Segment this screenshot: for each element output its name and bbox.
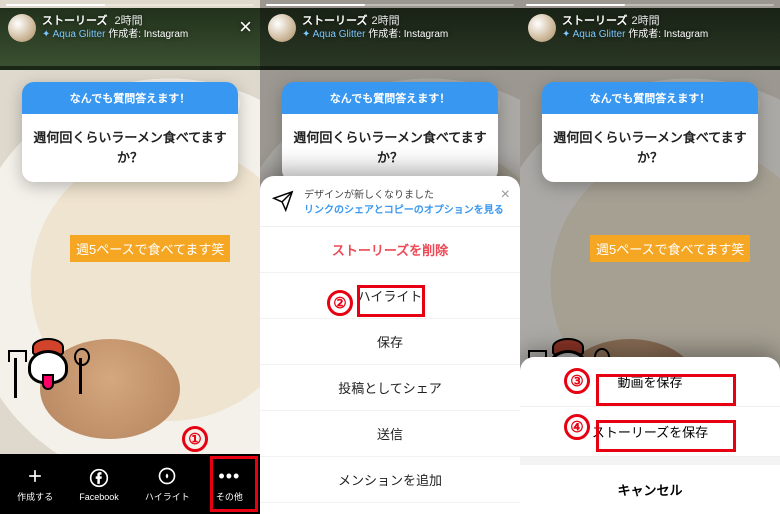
effect-icon: ✦ [302,29,313,40]
highlight-label: ハイライト [145,490,190,503]
action-sheet: デザインが新しくなりました リンクのシェアとコピーのオプションを見る × ストー… [260,176,520,514]
facebook-button[interactable]: Facebook [79,467,119,502]
story-time: 2時間 [371,15,399,27]
question-text: 週何回くらいラーメン食べてますか？ [22,114,238,182]
author-name[interactable]: Instagram [144,29,188,40]
question-prompt: なんでも質問答えます！ [282,82,498,114]
phone-1: ストーリーズ 2時間 ✦ Aqua Glitter 作成者: Instagram… [0,0,260,514]
author-label: 作成者: [628,29,661,40]
save-action-sheet: 動画を保存 ストーリーズを保存 キャンセル [520,357,780,514]
question-text: 週何回くらいラーメン食べてますか？ [542,114,758,182]
story-title: ストーリーズ [302,15,367,27]
story-header: ストーリーズ 2時間 ✦ Aqua Glitter 作成者: Instagram [260,4,520,48]
tutorial-triptych: ストーリーズ 2時間 ✦ Aqua Glitter 作成者: Instagram… [0,0,780,514]
answer-text: 週5ペースで食べてます笑 [70,235,230,262]
facebook-label: Facebook [79,492,119,502]
story-time: 2時間 [115,15,143,27]
callout-4: ④ [564,414,590,440]
dog-sticker [14,336,84,406]
avatar[interactable] [528,14,556,42]
sheet-send[interactable]: 送信 [260,411,520,457]
callout-3: ③ [564,368,590,394]
callout-1: ① [182,426,208,452]
tip-close-icon[interactable]: × [501,186,510,204]
effect-name[interactable]: Aqua Glitter [573,29,626,40]
story-header: ストーリーズ 2時間 ✦ Aqua Glitter 作成者: Instagram… [0,4,260,48]
sheet-tip: デザインが新しくなりました リンクのシェアとコピーのオプションを見る × [260,176,520,227]
author-name[interactable]: Instagram [664,29,708,40]
save-video-option[interactable]: 動画を保存 [520,357,780,407]
tip-title: デザインが新しくなりました [304,186,504,201]
more-icon: ••• [218,465,240,487]
sheet-save[interactable]: 保存 [260,319,520,365]
facebook-icon [88,467,110,489]
author-label: 作成者: [108,29,141,40]
story-footer: 作成する Facebook ハイライト ••• その他 [0,454,260,514]
send-icon [272,190,294,212]
sheet-highlight[interactable]: ハイライト [260,273,520,319]
avatar[interactable] [268,14,296,42]
story-title: ストーリーズ [42,15,107,27]
effect-icon: ✦ [562,29,573,40]
more-label: その他 [216,490,243,503]
close-icon[interactable]: × [239,14,252,40]
story-header: ストーリーズ 2時間 ✦ Aqua Glitter 作成者: Instagram [520,4,780,48]
create-button[interactable]: 作成する [17,465,53,503]
question-sticker: なんでも質問答えます！ 週何回くらいラーメン食べてますか？ [542,82,758,182]
plus-icon [24,465,46,487]
sheet-delete[interactable]: ストーリーズを削除 [260,227,520,273]
question-text: 週何回くらいラーメン食べてますか？ [282,114,498,182]
highlight-icon [156,465,178,487]
sheet-mention[interactable]: メンションを追加 [260,457,520,503]
effect-name[interactable]: Aqua Glitter [313,29,366,40]
avatar[interactable] [8,14,36,42]
story-time: 2時間 [631,15,659,27]
callout-2: ② [327,290,353,316]
save-story-option[interactable]: ストーリーズを保存 [520,407,780,457]
phone-2: ストーリーズ2時間 ✦ Aqua Glitter 作成者: Instagram … [260,0,520,514]
phone-3: ストーリーズ2時間 ✦ Aqua Glitter 作成者: Instagram … [520,0,780,514]
tip-link[interactable]: リンクのシェアとコピーのオプションを見る [304,201,504,216]
story-title: ストーリーズ [562,15,627,27]
progress-bar [6,4,254,6]
question-prompt: なんでも質問答えます！ [22,82,238,114]
question-prompt: なんでも質問答えます！ [542,82,758,114]
highlight-button[interactable]: ハイライト [145,465,190,503]
author-label: 作成者: [368,29,401,40]
sheet-share-post[interactable]: 投稿としてシェア [260,365,520,411]
save-cancel[interactable]: キャンセル [520,457,780,514]
more-button[interactable]: ••• その他 [216,465,243,503]
effect-name[interactable]: Aqua Glitter [53,29,106,40]
effect-icon: ✦ [42,29,53,40]
sheet-settings[interactable]: ストーリーズ設定 [260,503,520,514]
author-name[interactable]: Instagram [404,29,448,40]
question-sticker[interactable]: なんでも質問答えます！ 週何回くらいラーメン食べてますか？ [22,82,238,182]
create-label: 作成する [17,490,53,503]
question-sticker: なんでも質問答えます！ 週何回くらいラーメン食べてますか？ [282,82,498,182]
answer-text: 週5ペースで食べてます笑 [590,235,750,262]
